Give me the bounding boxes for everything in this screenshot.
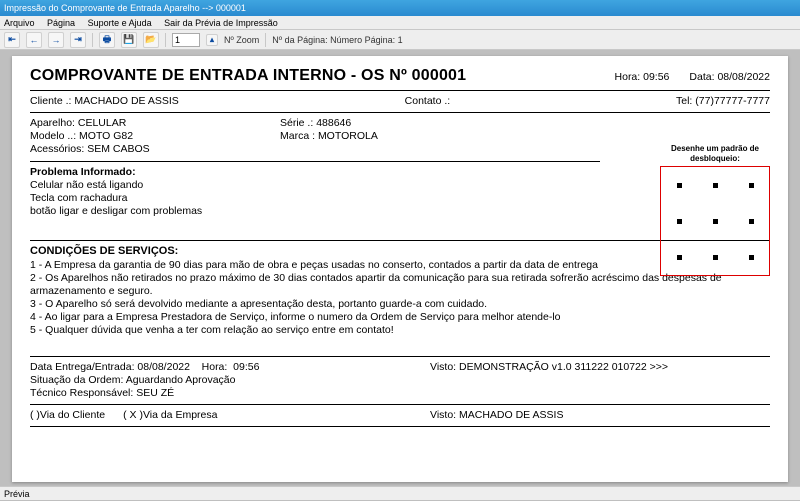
doc-title: COMPROVANTE DE ENTRADA INTERNO - OS Nº 0… bbox=[30, 66, 466, 86]
rule bbox=[30, 90, 770, 91]
visto2-field: Visto: MACHADO DE ASSIS bbox=[430, 409, 770, 422]
problema-line: Tecla com rachadura bbox=[30, 192, 770, 205]
condicao-line: 3 - O Aparelho só será devolvido mediant… bbox=[30, 298, 770, 311]
rule bbox=[30, 356, 770, 357]
pattern-dot bbox=[749, 255, 754, 260]
condicao-line: 5 - Qualquer dúvida que venha a ter com … bbox=[30, 324, 770, 337]
visto1-field: Visto: DEMONSTRAÇÃO v1.0 311222 010722 >… bbox=[430, 361, 668, 374]
problema-line: Celular não está ligando bbox=[30, 179, 770, 192]
status-bar: Prévia bbox=[0, 486, 800, 500]
zoom-label: Nº Zoom bbox=[224, 35, 259, 45]
separator bbox=[92, 33, 93, 47]
unlock-pattern: Desenhe um padrão de desbloqueio: bbox=[660, 144, 770, 276]
print-button[interactable]: 🖶 bbox=[99, 32, 115, 48]
save-button[interactable]: 💾 bbox=[121, 32, 137, 48]
zoom-input[interactable] bbox=[172, 33, 200, 47]
rule bbox=[30, 161, 600, 162]
menu-pagina[interactable]: Página bbox=[47, 18, 75, 28]
marca-field: Marca : MOTOROLA bbox=[280, 130, 770, 143]
contato-field: Contato .: bbox=[405, 95, 451, 108]
unlock-label: Desenhe um padrão de desbloqueio: bbox=[660, 144, 770, 164]
page-count-label: Nº da Página: Número Página: 1 bbox=[272, 35, 402, 45]
pattern-dot bbox=[713, 183, 718, 188]
nav-prev-button[interactable]: ← bbox=[26, 32, 42, 48]
menu-bar: Arquivo Página Suporte e Ajuda Sair da P… bbox=[0, 16, 800, 30]
zoom-stepper[interactable]: ▴ bbox=[206, 34, 218, 46]
rule bbox=[30, 240, 770, 241]
menu-arquivo[interactable]: Arquivo bbox=[4, 18, 35, 28]
toolbar: ⇤ ← → ⇥ 🖶 💾 📂 ▴ Nº Zoom Nº da Página: Nú… bbox=[0, 30, 800, 50]
preview-area: COMPROVANTE DE ENTRADA INTERNO - OS Nº 0… bbox=[0, 50, 800, 482]
window-title: Impressão do Comprovante de Entrada Apar… bbox=[4, 3, 246, 13]
condicao-line: 4 - Ao ligar para a Empresa Prestadora d… bbox=[30, 311, 770, 324]
via-cliente: ( )Via do Cliente bbox=[30, 409, 105, 422]
nav-next-button[interactable]: → bbox=[48, 32, 64, 48]
menu-suporte[interactable]: Suporte e Ajuda bbox=[88, 18, 152, 28]
pattern-dot bbox=[713, 255, 718, 260]
unlock-grid bbox=[660, 166, 770, 276]
pattern-dot bbox=[677, 255, 682, 260]
condicao-line: 1 - A Empresa da garantia de 90 dias par… bbox=[30, 259, 770, 272]
document-page: COMPROVANTE DE ENTRADA INTERNO - OS Nº 0… bbox=[12, 56, 788, 482]
tecnico-field: Técnico Responsável: SEU ZÉ bbox=[30, 387, 770, 400]
tel-field: Tel: (77)77777-7777 bbox=[676, 95, 770, 108]
separator bbox=[165, 33, 166, 47]
status-text: Prévia bbox=[4, 489, 30, 499]
pattern-dot bbox=[749, 183, 754, 188]
cliente-field: Cliente .: MACHADO DE ASSIS bbox=[30, 95, 179, 108]
pattern-dot bbox=[749, 219, 754, 224]
separator bbox=[265, 33, 266, 47]
serie-field: Série .: 488646 bbox=[280, 117, 770, 130]
nav-last-button[interactable]: ⇥ bbox=[70, 32, 86, 48]
pattern-dot bbox=[713, 219, 718, 224]
hora-label: Hora: 09:56 bbox=[615, 71, 670, 84]
problema-line: botão ligar e desligar com problemas bbox=[30, 205, 770, 218]
situacao-field: Situação da Ordem: Aguardando Aprovação bbox=[30, 374, 770, 387]
via-empresa: ( X )Via da Empresa bbox=[123, 409, 217, 422]
pattern-dot bbox=[677, 183, 682, 188]
nav-first-button[interactable]: ⇤ bbox=[4, 32, 20, 48]
aparelho-field: Aparelho: CELULAR bbox=[30, 117, 280, 130]
rule bbox=[30, 112, 770, 113]
modelo-field: Modelo ..: MOTO G82 bbox=[30, 130, 280, 143]
problema-title: Problema Informado: bbox=[30, 166, 770, 179]
rule bbox=[30, 426, 770, 427]
pattern-dot bbox=[677, 219, 682, 224]
menu-sair[interactable]: Sair da Prévia de Impressão bbox=[164, 18, 278, 28]
window-titlebar: Impressão do Comprovante de Entrada Apar… bbox=[0, 0, 800, 16]
rule bbox=[30, 404, 770, 405]
data-label: Data: 08/08/2022 bbox=[689, 71, 770, 84]
open-button[interactable]: 📂 bbox=[143, 32, 159, 48]
condicoes-title: CONDIÇÕES DE SERVIÇOS: bbox=[30, 245, 770, 259]
entrega-field: Data Entrega/Entrada: 08/08/2022 Hora: 0… bbox=[30, 361, 430, 374]
acessorios-field: Acessórios: SEM CABOS bbox=[30, 143, 770, 156]
condicao-line: 2 - Os Aparelhos não retirados no prazo … bbox=[30, 272, 770, 298]
